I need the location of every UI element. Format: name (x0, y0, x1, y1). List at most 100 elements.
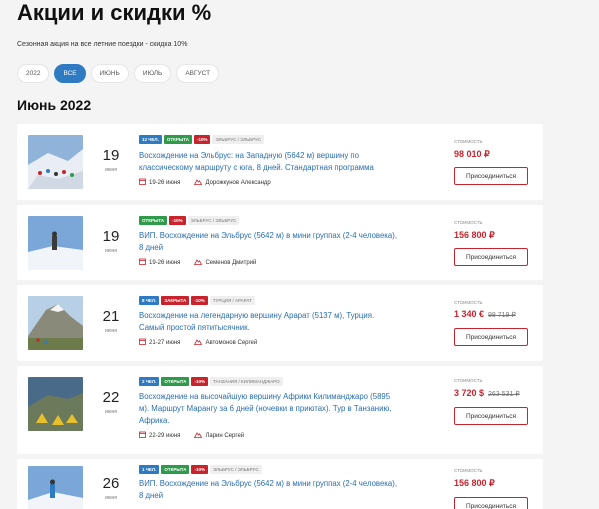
trip-tags: 1 чел. Открыта -10% Эльбрус / Эльбрус (139, 465, 262, 474)
trip-dates: 22-29 июня (149, 432, 181, 439)
trip-day: 19 (102, 228, 120, 245)
trip-title-link[interactable]: Восхождение на высочайшую вершину Африки… (139, 391, 401, 427)
filter-august-chip[interactable]: Август (176, 64, 220, 83)
trip-dates: 19-26 июня (149, 259, 181, 266)
status-badge: Открыта (139, 216, 168, 225)
filter-all-chip[interactable]: Все (54, 64, 86, 83)
page-title: Акции и скидки % (17, 0, 212, 25)
price-current: 1 340 € (454, 309, 485, 319)
trip-tags: 12 чел. Открыта -10% Эльбрус / Эльбрус (139, 135, 265, 144)
trip-meta: 19-26 июня Семенов Дмитрий (139, 258, 256, 267)
trip-card: 21 июня 8 чел. Закрыта -10% Турция / Ара… (17, 285, 543, 361)
price-current: 3 720 $ (454, 388, 485, 398)
join-button[interactable]: Присоединиться (454, 167, 528, 185)
trip-month: июня (104, 248, 117, 254)
trip-card: 26 июня 1 чел. Открыта -10% Эльбрус / Эл… (17, 459, 543, 509)
group-size-badge: 8 чел. (139, 296, 160, 305)
region-badge: Турция / Арарат (209, 296, 255, 305)
region-badge: Эльбрус / Эльбрус (209, 465, 262, 474)
join-button[interactable]: Присоединиться (454, 407, 528, 425)
trip-price: 156 800 ₽ (454, 478, 495, 489)
mountain-icon (194, 431, 203, 440)
page-subtitle: Сезонная акция на все летние поездки - с… (17, 41, 188, 48)
filter-year-chip[interactable]: 2022 (17, 64, 50, 83)
trip-guide[interactable]: Дорожкунов Александр (205, 180, 270, 186)
group-size-badge: 12 чел. (139, 135, 162, 144)
trip-title-link[interactable]: Восхождение на Эльбрус: на Западную (564… (139, 150, 401, 174)
region-badge: Танзания / Килиманджаро (209, 377, 283, 386)
trip-meta: 21-27 июня Автомонов Сергей (139, 338, 257, 347)
status-badge: Открыта (161, 465, 190, 474)
price-current: 98 010 ₽ (454, 149, 490, 159)
month-heading: Июнь 2022 (17, 97, 92, 113)
trip-dates: 21-27 июня (149, 339, 181, 346)
filter-july-chip[interactable]: Июль (133, 64, 172, 83)
price-label: стоимость (454, 220, 483, 225)
trip-price: 1 340 €98 719 ₽ (454, 309, 516, 319)
price-current: 156 800 ₽ (454, 230, 495, 240)
status-badge: Открыта (161, 377, 190, 386)
region-badge: Эльбрус / Эльбрус (187, 216, 240, 225)
group-size-badge: 2 чел. (139, 377, 160, 386)
trip-guide[interactable]: Ларин Сергей (205, 433, 244, 439)
price-label: стоимость (454, 468, 483, 473)
trip-meta: 19-26 июня Дорожкунов Александр (139, 178, 271, 187)
status-badge: Открыта (163, 135, 192, 144)
trip-meta: 22-29 июня Ларин Сергей (139, 431, 244, 440)
discount-badge: -10% (169, 216, 186, 225)
calendar-icon (139, 258, 146, 267)
trip-card: 22 июня 2 чел. Открыта -10% Танзания / К… (17, 366, 543, 454)
price-current: 156 800 ₽ (454, 478, 495, 488)
trip-price: 3 720 $263 531 ₽ (454, 388, 520, 398)
trip-title-link[interactable]: Восхождение на легендарную вершину Арара… (139, 310, 401, 334)
mountain-icon (194, 178, 203, 187)
trip-day: 26 (102, 475, 120, 492)
trip-photo[interactable] (28, 377, 83, 431)
status-badge: Закрыта (161, 296, 190, 305)
price-label: стоимость (454, 378, 483, 383)
trip-photo[interactable] (28, 466, 83, 509)
calendar-icon (139, 178, 146, 187)
trip-dates: 19-26 июня (149, 179, 181, 186)
trip-price: 98 010 ₽ (454, 149, 490, 160)
trip-photo[interactable] (28, 216, 83, 270)
trip-day: 19 (102, 147, 120, 164)
trip-guide[interactable]: Семенов Дмитрий (205, 260, 256, 266)
trip-guide[interactable]: Автомонов Сергей (205, 340, 257, 346)
trip-card: 19 июня 12 чел. Открыта -10% Эльбрус / Э… (17, 124, 543, 200)
trip-month: июня (104, 409, 117, 415)
trip-month: июня (104, 167, 117, 173)
trip-day: 22 (102, 389, 120, 406)
trip-title-link[interactable]: ВИП. Восхождение на Эльбрус (5642 м) в м… (139, 478, 401, 502)
region-badge: Эльбрус / Эльбрус (212, 135, 265, 144)
join-button[interactable]: Присоединиться (454, 248, 528, 266)
discount-badge: -10% (191, 296, 208, 305)
trip-tags: 2 чел. Открыта -10% Танзания / Килимандж… (139, 377, 283, 386)
trip-card: 19 июня Открыта -10% Эльбрус / Эльбрус В… (17, 205, 543, 280)
price-label: стоимость (454, 139, 483, 144)
trip-tags: 8 чел. Закрыта -10% Турция / Арарат (139, 296, 255, 305)
trip-price: 156 800 ₽ (454, 230, 495, 241)
group-size-badge: 1 чел. (139, 465, 160, 474)
discount-badge: -10% (193, 135, 211, 144)
filter-june-chip[interactable]: Июнь (90, 64, 129, 83)
trip-photo[interactable] (28, 296, 83, 350)
price-label: стоимость (454, 300, 483, 305)
join-button[interactable]: Присоединиться (454, 497, 528, 509)
mountain-icon (194, 338, 203, 347)
calendar-icon (139, 338, 146, 347)
calendar-icon (139, 431, 146, 440)
trip-photo[interactable] (28, 135, 83, 189)
join-button[interactable]: Присоединиться (454, 328, 528, 346)
mountain-icon (194, 258, 203, 267)
filter-bar: 2022 Все Июнь Июль Август (17, 64, 220, 83)
trip-day: 21 (102, 308, 120, 325)
trip-tags: Открыта -10% Эльбрус / Эльбрус (139, 216, 240, 225)
trip-title-link[interactable]: ВИП. Восхождение на Эльбрус (5642 м) в м… (139, 230, 401, 254)
trip-month: июня (104, 495, 117, 501)
trip-month: июня (104, 328, 117, 334)
price-old: 263 531 ₽ (488, 391, 520, 398)
discount-badge: -10% (191, 465, 208, 474)
price-old: 98 719 ₽ (488, 312, 516, 319)
discount-badge: -10% (191, 377, 208, 386)
